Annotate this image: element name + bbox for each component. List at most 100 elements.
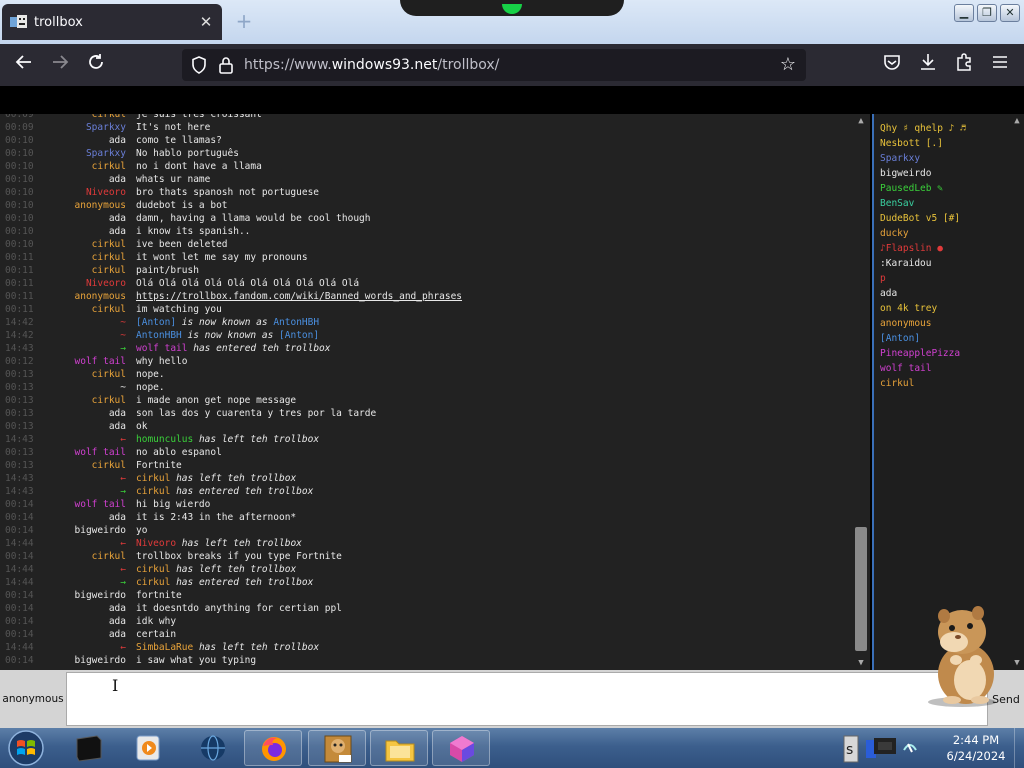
user-list-item[interactable]: [Anton] xyxy=(880,331,1008,346)
menu-icon[interactable] xyxy=(988,53,1012,77)
message-nick[interactable]: wolf tail xyxy=(36,355,126,368)
address-bar[interactable]: https://www.windows93.net/trollbox/ ☆ xyxy=(182,49,806,81)
message-nick[interactable]: wolf tail xyxy=(36,498,126,511)
scroll-up-icon[interactable]: ▲ xyxy=(852,114,870,128)
message-nick[interactable]: cirkul xyxy=(36,368,126,381)
chat-log[interactable]: 00:09 cirkul je suis tres croissant 00:09 Sp… xyxy=(0,114,870,670)
user-list-item[interactable]: ada xyxy=(880,286,1008,301)
message-nick[interactable]: ~ xyxy=(36,316,126,329)
user-list-item[interactable]: PineapplePizza xyxy=(880,346,1008,361)
minimize-icon[interactable]: ▁ xyxy=(954,4,974,22)
user-list-item[interactable]: DudeBot v5 [#] xyxy=(880,211,1008,226)
message-nick[interactable]: ada xyxy=(36,628,126,641)
message-nick[interactable]: Sparkxy xyxy=(36,121,126,134)
tab-trollbox[interactable]: trollbox ✕ xyxy=(2,4,222,40)
message-nick[interactable]: ada xyxy=(36,420,126,433)
user-list-item[interactable]: bigweirdo xyxy=(880,166,1008,181)
user-list-item[interactable]: BenSav xyxy=(880,196,1008,211)
event-user[interactable]: Niveoro xyxy=(136,538,176,549)
extensions-icon[interactable] xyxy=(952,53,976,77)
message-nick[interactable]: ← xyxy=(36,537,126,550)
message-nick[interactable]: ada xyxy=(36,173,126,186)
forward-icon[interactable] xyxy=(48,53,72,77)
scroll-up-icon[interactable]: ▲ xyxy=(1010,114,1024,128)
user-list-scrollbar[interactable]: ▲ ▼ xyxy=(1010,114,1024,670)
user-list-item[interactable]: p xyxy=(880,271,1008,286)
event-new-name[interactable]: AntonHBH xyxy=(273,317,319,328)
tab-close-icon[interactable]: ✕ xyxy=(198,13,214,31)
event-new-name[interactable]: [Anton] xyxy=(279,330,319,341)
taskbar-globe-icon[interactable] xyxy=(184,730,242,766)
message-nick[interactable]: → xyxy=(36,576,126,589)
message-link[interactable]: https://trollbox.fandom.com/wiki/Banned_… xyxy=(136,291,462,302)
message-nick[interactable]: bigweirdo xyxy=(36,654,126,667)
message-nick[interactable]: ~ xyxy=(36,329,126,342)
message-nick[interactable]: cirkul xyxy=(36,251,126,264)
user-list-item[interactable]: :Karaidou xyxy=(880,256,1008,271)
message-nick[interactable]: ← xyxy=(36,472,126,485)
user-list-item[interactable]: Nesbott [.] xyxy=(880,136,1008,151)
message-nick[interactable]: ada xyxy=(36,511,126,524)
message-nick[interactable]: ← xyxy=(36,563,126,576)
event-user[interactable]: cirkul xyxy=(136,577,170,588)
scroll-down-icon[interactable]: ▼ xyxy=(852,656,870,670)
message-nick[interactable]: Niveoro xyxy=(36,277,126,290)
taskbar-file-explorer-icon[interactable] xyxy=(370,730,428,766)
close-window-icon[interactable]: ✕ xyxy=(1000,4,1020,22)
message-nick[interactable]: cirkul xyxy=(36,303,126,316)
restore-icon[interactable]: ❐ xyxy=(977,4,997,22)
message-nick[interactable]: ← xyxy=(36,433,126,446)
message-input[interactable] xyxy=(66,672,988,726)
taskbar-terminal-icon[interactable] xyxy=(60,730,118,766)
message-nick[interactable]: bigweirdo xyxy=(36,589,126,602)
message-nick[interactable]: Niveoro xyxy=(36,186,126,199)
message-nick[interactable]: Sparkxy xyxy=(36,147,126,160)
message-nick[interactable]: ← xyxy=(36,641,126,654)
lock-icon[interactable] xyxy=(218,55,234,79)
pocket-icon[interactable] xyxy=(880,53,904,77)
event-user[interactable]: cirkul xyxy=(136,564,170,575)
new-tab-icon[interactable]: + xyxy=(232,10,256,34)
user-list-item[interactable]: anonymous xyxy=(880,316,1008,331)
back-icon[interactable] xyxy=(12,53,36,77)
reload-icon[interactable] xyxy=(84,53,108,77)
message-nick[interactable]: ada xyxy=(36,602,126,615)
user-list-item[interactable]: wolf tail xyxy=(880,361,1008,376)
bookmark-star-icon[interactable]: ☆ xyxy=(776,53,800,77)
taskbar-glass-cube-icon[interactable] xyxy=(432,730,490,766)
message-nick[interactable]: wolf tail xyxy=(36,446,126,459)
taskbar-firefox-icon[interactable] xyxy=(244,730,302,766)
user-list-item[interactable]: Qhy ♯ qhelp ♪ ♬ xyxy=(880,121,1008,136)
message-nick[interactable]: anonymous xyxy=(36,290,126,303)
event-user[interactable]: [Anton] xyxy=(136,317,176,328)
user-list-item[interactable]: on 4k trey xyxy=(880,301,1008,316)
message-nick[interactable]: cirkul xyxy=(36,459,126,472)
user-list-item[interactable]: ♪Flapslin ● xyxy=(880,241,1008,256)
message-nick[interactable]: cirkul xyxy=(36,264,126,277)
user-list-item[interactable]: Sparkxy xyxy=(880,151,1008,166)
scroll-down-icon[interactable]: ▼ xyxy=(1010,656,1024,670)
tracking-shield-icon[interactable] xyxy=(190,55,208,79)
message-nick[interactable]: ~ xyxy=(36,381,126,394)
event-user[interactable]: homunculus xyxy=(136,434,193,445)
message-nick[interactable]: cirkul xyxy=(36,550,126,563)
event-user[interactable]: AntonHBH xyxy=(136,330,182,341)
message-nick[interactable]: ada xyxy=(36,407,126,420)
show-desktop-button[interactable] xyxy=(1014,728,1024,768)
message-nick[interactable]: ada xyxy=(36,225,126,238)
taskbar-media-player-icon[interactable] xyxy=(120,730,178,766)
message-nick[interactable]: ada xyxy=(36,134,126,147)
user-list-item[interactable]: cirkul xyxy=(880,376,1008,391)
event-user[interactable]: cirkul xyxy=(136,473,170,484)
user-list-item[interactable]: ducky xyxy=(880,226,1008,241)
message-nick[interactable]: bigweirdo xyxy=(36,524,126,537)
user-list-item[interactable]: PausedLeb ✎ xyxy=(880,181,1008,196)
chat-scrollbar[interactable]: ▲ ▼ xyxy=(852,114,870,670)
message-nick[interactable]: → xyxy=(36,342,126,355)
event-user[interactable]: wolf tail xyxy=(136,343,187,354)
message-nick[interactable]: cirkul xyxy=(36,160,126,173)
message-nick[interactable]: anonymous xyxy=(36,199,126,212)
downloads-icon[interactable] xyxy=(916,53,940,77)
message-nick[interactable]: cirkul xyxy=(36,394,126,407)
taskbar-clock[interactable]: 2:44 PM 6/24/2024 xyxy=(940,732,1012,764)
